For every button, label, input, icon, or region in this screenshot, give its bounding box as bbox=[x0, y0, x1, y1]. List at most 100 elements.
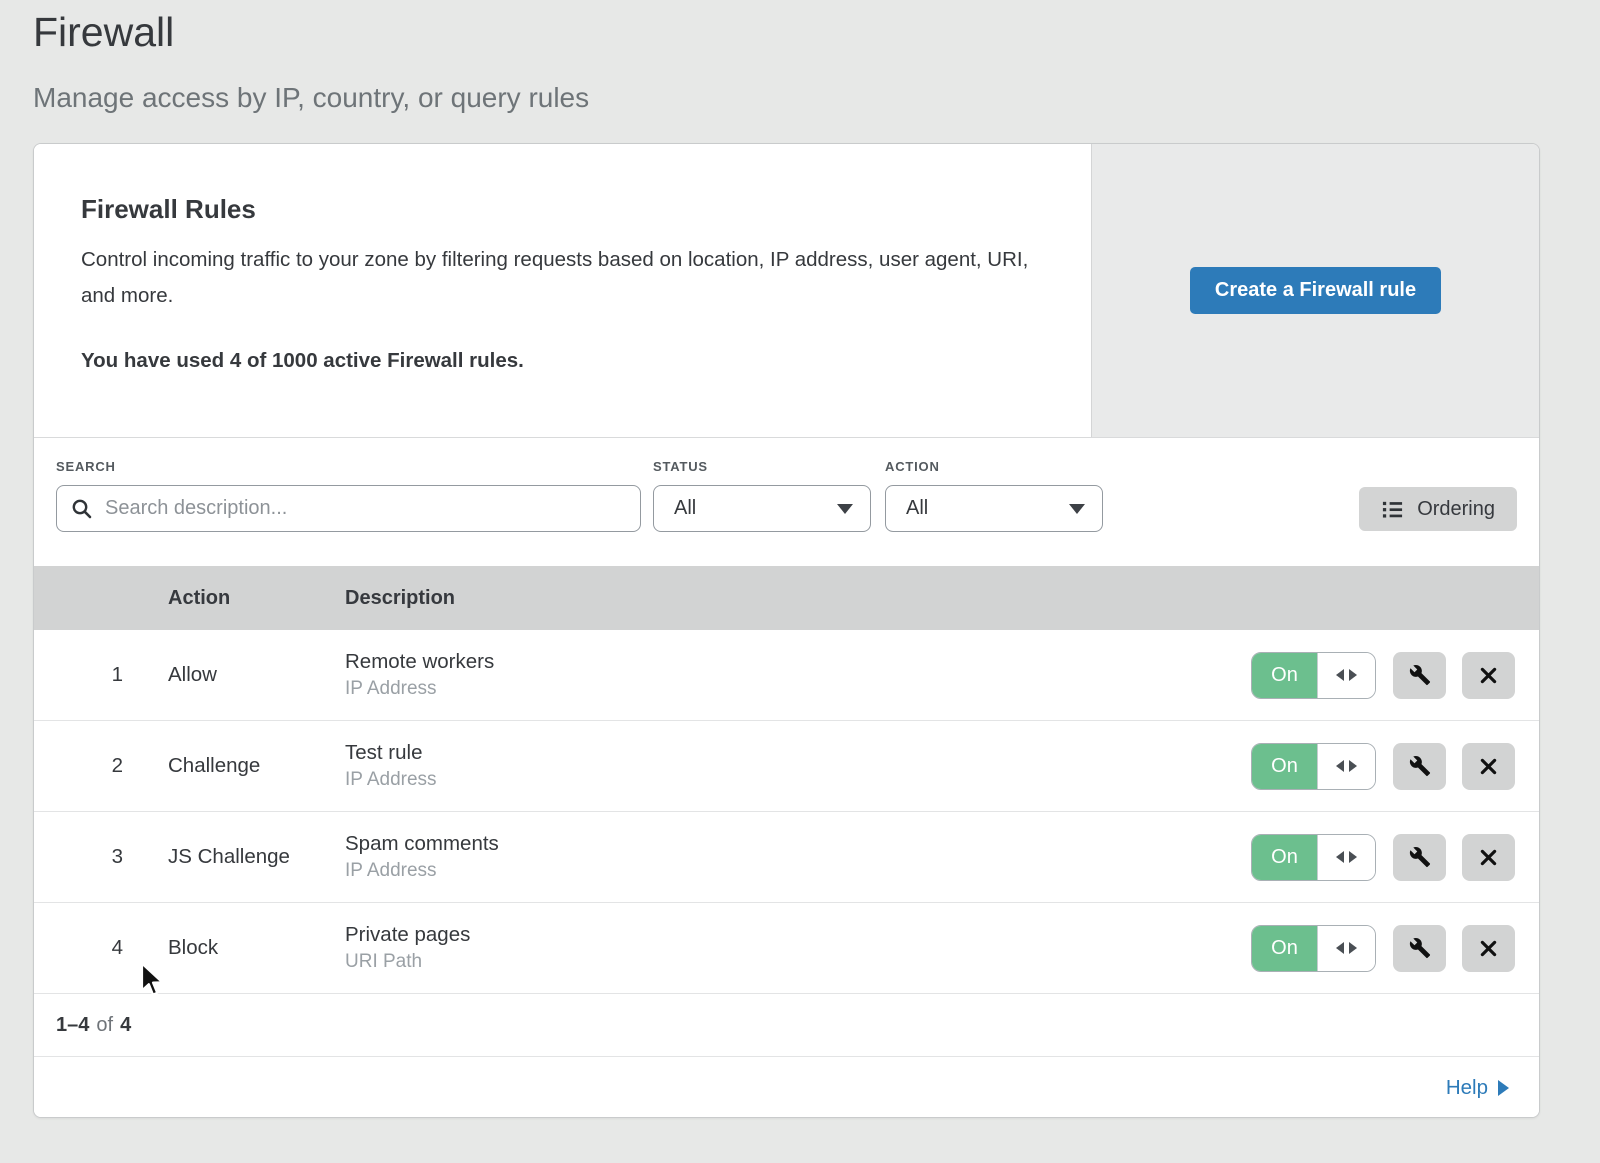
edit-rule-button[interactable] bbox=[1393, 652, 1446, 699]
rule-match-type: IP Address bbox=[345, 860, 1251, 882]
pagination-separator: of bbox=[96, 1014, 113, 1037]
toggle-handle[interactable] bbox=[1317, 653, 1375, 698]
delete-rule-button[interactable] bbox=[1462, 834, 1515, 881]
page-subtitle: Manage access by IP, country, or query r… bbox=[33, 81, 1600, 115]
delete-rule-button[interactable] bbox=[1462, 925, 1515, 972]
arrow-left-icon bbox=[1336, 942, 1344, 954]
wrench-icon bbox=[1409, 664, 1431, 686]
edit-rule-button[interactable] bbox=[1393, 743, 1446, 790]
wrench-icon bbox=[1409, 937, 1431, 959]
arrow-left-icon bbox=[1336, 851, 1344, 863]
toggle-on-label: On bbox=[1252, 744, 1317, 789]
action-label: ACTION bbox=[885, 459, 1103, 474]
ordering-icon bbox=[1381, 498, 1404, 521]
arrow-right-icon bbox=[1349, 669, 1357, 681]
search-input[interactable] bbox=[103, 496, 626, 521]
firewall-rules-card: Firewall Rules Control incoming traffic … bbox=[33, 143, 1540, 1118]
rule-action: Block bbox=[168, 936, 345, 960]
arrow-right-icon bbox=[1349, 760, 1357, 772]
rule-description-title: Test rule bbox=[345, 741, 1251, 765]
action-select-value: All bbox=[906, 497, 928, 520]
edit-rule-button[interactable] bbox=[1393, 925, 1446, 972]
rule-match-type: URI Path bbox=[345, 951, 1251, 973]
table-row: 2 Challenge Test rule IP Address On bbox=[34, 721, 1539, 812]
close-icon bbox=[1478, 847, 1499, 868]
page-header: Firewall Manage access by IP, country, o… bbox=[0, 0, 1600, 115]
table-header: Action Description bbox=[34, 566, 1539, 630]
arrow-left-icon bbox=[1336, 760, 1344, 772]
close-icon bbox=[1478, 938, 1499, 959]
rule-description-title: Spam comments bbox=[345, 832, 1251, 856]
rule-number: 2 bbox=[34, 754, 168, 778]
create-rule-panel: Create a Firewall rule bbox=[1091, 144, 1539, 437]
search-icon bbox=[71, 498, 93, 520]
rule-action: Challenge bbox=[168, 754, 345, 778]
action-select[interactable]: All bbox=[885, 485, 1103, 532]
rule-enabled-toggle[interactable]: On bbox=[1251, 834, 1376, 881]
arrow-right-icon bbox=[1349, 851, 1357, 863]
table-row: 1 Allow Remote workers IP Address On bbox=[34, 630, 1539, 721]
rule-action: JS Challenge bbox=[168, 845, 345, 869]
rule-enabled-toggle[interactable]: On bbox=[1251, 652, 1376, 699]
pagination-range: 1–4 bbox=[56, 1014, 89, 1037]
toggle-on-label: On bbox=[1252, 926, 1317, 971]
status-filter-group: STATUS All bbox=[653, 438, 871, 532]
rule-enabled-toggle[interactable]: On bbox=[1251, 925, 1376, 972]
close-icon bbox=[1478, 756, 1499, 777]
toggle-handle[interactable] bbox=[1317, 835, 1375, 880]
search-label: SEARCH bbox=[56, 459, 641, 474]
status-select[interactable]: All bbox=[653, 485, 871, 532]
close-icon bbox=[1478, 665, 1499, 686]
column-description: Description bbox=[345, 587, 1539, 610]
edit-rule-button[interactable] bbox=[1393, 834, 1446, 881]
pagination-total: 4 bbox=[120, 1014, 131, 1037]
rule-description-title: Remote workers bbox=[345, 650, 1251, 674]
toggle-on-label: On bbox=[1252, 835, 1317, 880]
rule-number: 4 bbox=[34, 936, 168, 960]
overview-heading: Firewall Rules bbox=[81, 194, 1051, 225]
help-arrow-icon bbox=[1498, 1080, 1509, 1096]
rule-description: Remote workers IP Address bbox=[345, 650, 1251, 700]
rule-description: Private pages URI Path bbox=[345, 923, 1251, 973]
create-firewall-rule-button[interactable]: Create a Firewall rule bbox=[1190, 267, 1441, 314]
card-footer: Help bbox=[34, 1057, 1539, 1118]
toggle-on-label: On bbox=[1252, 653, 1317, 698]
page-title: Firewall bbox=[33, 8, 1600, 57]
ordering-button[interactable]: Ordering bbox=[1359, 487, 1517, 531]
action-filter-group: ACTION All bbox=[885, 438, 1103, 532]
help-link-label: Help bbox=[1446, 1076, 1488, 1100]
rule-description-title: Private pages bbox=[345, 923, 1251, 947]
wrench-icon bbox=[1409, 846, 1431, 868]
mouse-cursor-icon bbox=[139, 962, 167, 1003]
rule-enabled-toggle[interactable]: On bbox=[1251, 743, 1376, 790]
rule-action: Allow bbox=[168, 663, 345, 687]
usage-note: You have used 4 of 1000 active Firewall … bbox=[81, 349, 1051, 373]
overview-section: Firewall Rules Control incoming traffic … bbox=[34, 144, 1539, 438]
status-select-value: All bbox=[674, 497, 696, 520]
help-link[interactable]: Help bbox=[1446, 1076, 1509, 1100]
chevron-down-icon bbox=[1069, 504, 1085, 514]
ordering-button-label: Ordering bbox=[1417, 498, 1495, 521]
column-action: Action bbox=[168, 587, 345, 610]
status-label: STATUS bbox=[653, 459, 871, 474]
arrow-right-icon bbox=[1349, 942, 1357, 954]
toggle-handle[interactable] bbox=[1317, 744, 1375, 789]
rule-match-type: IP Address bbox=[345, 678, 1251, 700]
chevron-down-icon bbox=[837, 504, 853, 514]
toggle-handle[interactable] bbox=[1317, 926, 1375, 971]
rule-number: 1 bbox=[34, 663, 168, 687]
rule-number: 3 bbox=[34, 845, 168, 869]
filters-bar: SEARCH STATUS All ACTION All bbox=[34, 438, 1539, 566]
pagination: 1–4 of 4 bbox=[34, 994, 1539, 1057]
delete-rule-button[interactable] bbox=[1462, 743, 1515, 790]
table-row: 4 Block Private pages URI Path On bbox=[34, 903, 1539, 994]
rule-match-type: IP Address bbox=[345, 769, 1251, 791]
rule-description: Spam comments IP Address bbox=[345, 832, 1251, 882]
search-filter-group: SEARCH bbox=[56, 438, 641, 532]
search-box bbox=[56, 485, 641, 532]
wrench-icon bbox=[1409, 755, 1431, 777]
table-row: 3 JS Challenge Spam comments IP Address … bbox=[34, 812, 1539, 903]
delete-rule-button[interactable] bbox=[1462, 652, 1515, 699]
overview-description: Control incoming traffic to your zone by… bbox=[81, 242, 1031, 314]
arrow-left-icon bbox=[1336, 669, 1344, 681]
